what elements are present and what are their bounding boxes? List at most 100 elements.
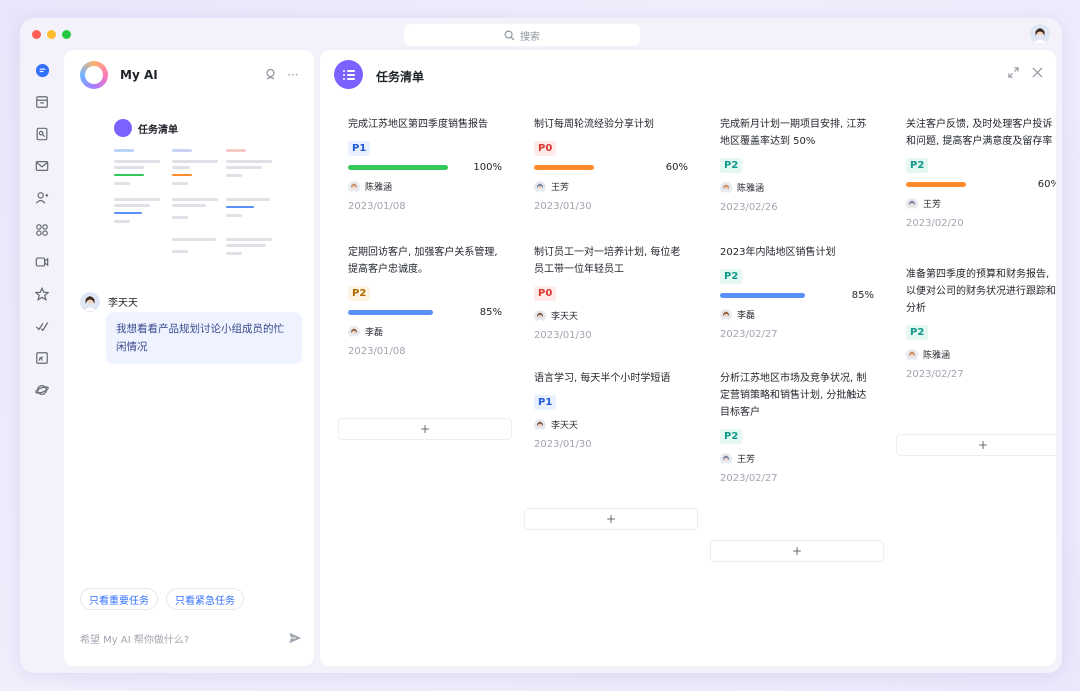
user-avatar[interactable]: [1030, 24, 1050, 44]
priority-badge: P2: [720, 269, 743, 284]
chat-input-placeholder: 希望 My AI 帮你做什么?: [80, 634, 190, 646]
assignee[interactable]: 李天天: [534, 309, 688, 322]
task-card[interactable]: 制订每周轮流经验分享计划 P0 60% 王芳 2023/01/30: [524, 116, 698, 212]
inbox-icon[interactable]: [34, 94, 50, 110]
expand-icon[interactable]: [1008, 67, 1019, 81]
board-column: 别人完成2关注客户反馈, 及时处理客户投诉和问题, 提高客户满意度及留存率P2 …: [896, 116, 1056, 658]
assignee[interactable]: 李天天: [534, 418, 688, 431]
assignee-avatar: [720, 181, 732, 194]
history-icon[interactable]: [264, 68, 278, 82]
due-date: 2023/01/30: [534, 330, 592, 341]
assignee-name: 王芳: [737, 455, 756, 465]
close-icon[interactable]: [1032, 67, 1043, 81]
task-title: 定期回访客户, 加强客户关系管理, 提高客户忠诚度。: [348, 247, 498, 275]
task-card[interactable]: 准备第四季度的预算和财务报告, 以便对公司的财务状况进行跟踪和分析 P2 陈雅涵 …: [896, 266, 1056, 380]
assignee-avatar: [534, 180, 546, 193]
progress-label: 60%: [665, 161, 688, 173]
add-card-button[interactable]: +: [524, 508, 698, 530]
close-window-dot[interactable]: [32, 30, 41, 39]
document-icon[interactable]: [34, 126, 50, 142]
chat-icon[interactable]: [34, 62, 50, 78]
assignee-avatar: [534, 309, 546, 322]
task-card[interactable]: 完成新月计划一期项目安排, 江苏地区覆盖率达到 50% P2 陈雅涵 2023/0…: [710, 116, 884, 213]
task-card[interactable]: 语言学习, 每天半个小时学短语 P1 李天天 2023/01/30: [524, 370, 698, 450]
task-title: 完成新月计划一期项目安排, 江苏地区覆盖率达到 50%: [720, 119, 867, 147]
assignee[interactable]: 李磊: [348, 325, 502, 338]
task-board: 任务清单 FG前宣发2完成江苏地区第四季度销售报告P1 100% 陈雅涵 202…: [320, 50, 1056, 666]
due-date: 2023/02/26: [720, 202, 778, 213]
global-search-input[interactable]: 搜索: [404, 24, 640, 46]
maximize-window-dot[interactable]: [62, 30, 71, 39]
task-title: 语言学习, 每天半个小时学短语: [534, 373, 671, 384]
more-icon[interactable]: ···: [286, 68, 300, 82]
due-date: 2023/01/08: [348, 201, 406, 212]
assignee-avatar: [348, 325, 360, 338]
send-icon[interactable]: [288, 631, 302, 645]
chat-input[interactable]: 希望 My AI 帮你做什么?: [80, 624, 302, 652]
task-list-icon: [334, 60, 363, 89]
board-title: 任务清单: [376, 70, 425, 84]
my-ai-logo-icon: [80, 61, 108, 89]
video-icon[interactable]: [34, 254, 50, 270]
priority-badge: P1: [534, 395, 557, 410]
task-card[interactable]: 完成江苏地区第四季度销售报告 P1 100% 陈雅涵 2023/01/08: [338, 116, 512, 212]
task-title: 制订每周轮流经验分享计划: [534, 119, 654, 130]
assignee[interactable]: 李磊: [720, 308, 874, 321]
chip-urgent-tasks[interactable]: 只看紧急任务: [166, 588, 244, 610]
assignee[interactable]: 陈雅涵: [720, 181, 874, 194]
task-title: 完成江苏地区第四季度销售报告: [348, 119, 488, 130]
assignee[interactable]: 陈雅涵: [348, 180, 502, 193]
board-header: 任务清单: [320, 50, 1056, 100]
progress-bar: 60%: [534, 161, 688, 173]
task-card[interactable]: 制订员工一对一培养计划, 每位老员工带一位年轻员工 P0 李天天 2023/01/…: [524, 244, 698, 341]
app-window: 搜索 My AI ··· 任务清单 李天天 我想看看产品规划讨论小组成员的忙闲情…: [20, 18, 1062, 673]
task-title: 关注客户反馈, 及时处理客户投诉和问题, 提高客户满意度及留存率: [906, 119, 1053, 147]
task-list-icon: [114, 119, 132, 137]
priority-badge: P2: [906, 325, 929, 340]
mail-icon[interactable]: [34, 158, 50, 174]
assignee-avatar: [534, 418, 546, 431]
task-title: 制订员工一对一培养计划, 每位老员工带一位年轻员工: [534, 247, 681, 275]
progress-bar: 85%: [348, 306, 502, 318]
tasks-icon[interactable]: [34, 318, 50, 334]
task-card[interactable]: 定期回访客户, 加强客户关系管理, 提高客户忠诚度。 P2 85% 李磊 2023…: [338, 244, 512, 357]
progress-bar: 60%: [906, 178, 1056, 190]
chat-header: My AI ···: [64, 50, 314, 100]
assignee[interactable]: 陈雅涵: [906, 348, 1056, 361]
preview-title: 任务清单: [138, 125, 178, 136]
priority-badge: P2: [720, 158, 743, 173]
task-title: 2023年内陆地区销售计划: [720, 247, 836, 258]
minimize-window-dot[interactable]: [47, 30, 56, 39]
board-column: FG前宣发2完成江苏地区第四季度销售报告P1 100% 陈雅涵 2023/01/…: [338, 116, 512, 658]
priority-badge: P0: [534, 141, 557, 156]
star-icon[interactable]: [34, 286, 50, 302]
task-card[interactable]: 2023年内陆地区销售计划 P2 85% 李磊 2023/02/27: [710, 244, 884, 340]
wiki-icon[interactable]: [34, 350, 50, 366]
task-card[interactable]: 分析江苏地区市场及竞争状况, 制定营销策略和销售计划, 分批触达目标客户 P2 王…: [710, 370, 884, 484]
explore-icon[interactable]: [34, 382, 50, 398]
progress-label: 60%: [1037, 178, 1056, 190]
assignee[interactable]: 王芳: [534, 180, 688, 193]
assignee-name: 李天天: [551, 421, 579, 431]
priority-badge: P2: [906, 158, 929, 173]
add-card-button[interactable]: +: [710, 540, 884, 562]
apps-icon[interactable]: [34, 222, 50, 238]
due-date: 2023/02/20: [906, 218, 964, 229]
chip-important-tasks[interactable]: 只看重要任务: [80, 588, 158, 610]
progress-label: 85%: [479, 306, 502, 318]
priority-badge: P2: [720, 429, 743, 444]
contacts-icon[interactable]: [34, 190, 50, 206]
ai-chat-panel: My AI ··· 任务清单 李天天 我想看看产品规划讨论小组成员的忙闲情况 只…: [64, 50, 314, 666]
assignee[interactable]: 王芳: [720, 452, 874, 465]
task-title: 准备第四季度的预算和财务报告, 以便对公司的财务状况进行跟踪和分析: [906, 269, 1056, 314]
assignee-name: 王芳: [923, 200, 942, 210]
task-card[interactable]: 关注客户反馈, 及时处理客户投诉和问题, 提高客户满意度及留存率 P2 60% 王…: [896, 116, 1056, 229]
add-card-button[interactable]: +: [338, 418, 512, 440]
priority-badge: P2: [348, 286, 371, 301]
assignee-avatar: [720, 308, 732, 321]
task-board-preview-card[interactable]: 任务清单: [104, 116, 288, 276]
add-card-button[interactable]: +: [896, 434, 1056, 456]
assignee[interactable]: 王芳: [906, 197, 1056, 210]
assignee-name: 王芳: [551, 183, 570, 193]
progress-bar: 100%: [348, 162, 502, 173]
